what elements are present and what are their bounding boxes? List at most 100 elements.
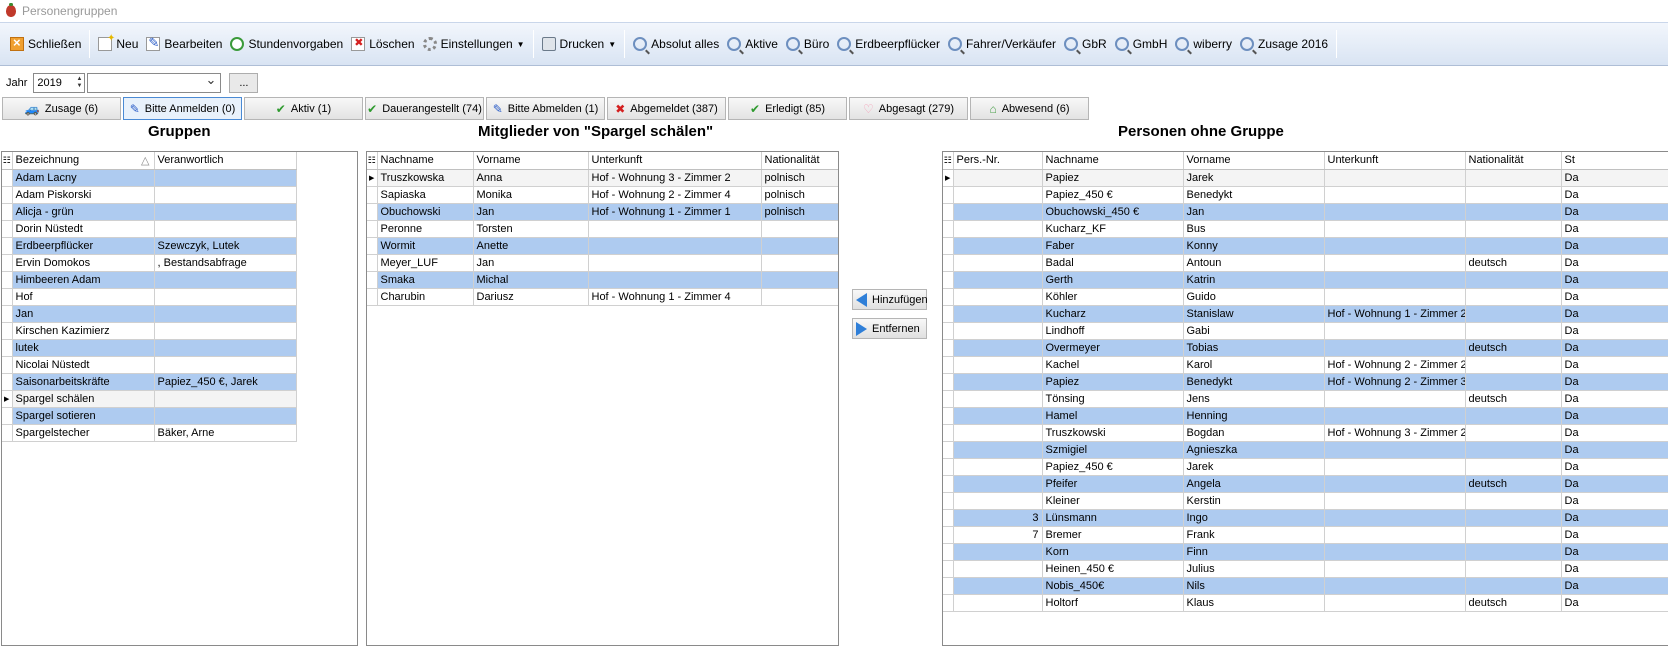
table-cell[interactable] [1324,577,1466,595]
table-row[interactable]: 3 Lünsmann Ingo Da [943,509,1668,527]
table-cell[interactable] [953,560,1043,578]
delete-button[interactable]: Löschen [347,32,418,56]
table-cell[interactable]: Papiez_450 € [1042,186,1184,204]
status-tab[interactable]: ✎ Bitte Abmelden (1) [486,97,605,120]
table-row[interactable]: Hof [2,288,297,306]
table-cell[interactable] [953,339,1043,357]
table-cell[interactable]: Bus [1183,220,1325,238]
table-cell[interactable]: Charubin [377,288,474,306]
table-cell[interactable] [154,203,297,221]
status-tab[interactable]: ✎ Bitte Anmelden (0) [123,97,242,120]
table-cell[interactable] [953,186,1043,204]
filter-button-buero[interactable]: Büro [782,32,833,56]
column-header-nationalitaet[interactable]: Nationalität [1465,152,1562,170]
column-header-unterkunft[interactable]: Unterkunft [588,152,762,170]
filter-button-aktive[interactable]: Aktive [723,32,782,56]
table-row[interactable]: Spargel sotieren [2,407,297,425]
table-cell[interactable] [1324,339,1466,357]
table-cell[interactable] [1324,458,1466,476]
table-row[interactable]: Papiez_450 € Jarek Da [943,458,1668,476]
table-cell[interactable]: Kirschen Kazimierz [12,322,155,340]
table-cell[interactable]: Papiez [1042,373,1184,391]
table-cell[interactable] [1324,322,1466,340]
filter-button-zusage-2016[interactable]: Zusage 2016 [1236,32,1332,56]
table-cell[interactable]: Finn [1183,543,1325,561]
remove-button[interactable]: Entfernen [852,318,927,339]
filter-button-wiberry[interactable]: wiberry [1171,32,1236,56]
table-cell[interactable]: Monika [473,186,589,204]
table-row[interactable]: lutek [2,339,297,357]
table-cell[interactable] [1465,441,1562,459]
column-header-status[interactable]: St [1561,152,1668,170]
table-cell[interactable]: Antoun [1183,254,1325,272]
table-cell[interactable] [1465,560,1562,578]
table-cell[interactable]: deutsch [1465,254,1562,272]
table-cell[interactable]: Da [1561,424,1668,442]
table-cell[interactable] [953,169,1043,187]
table-cell[interactable] [953,288,1043,306]
table-cell[interactable] [1324,271,1466,289]
table-cell[interactable] [1324,475,1466,493]
column-chooser-icon[interactable]: ☷ [943,152,954,170]
column-header-bezeichnung[interactable]: Bezeichnung △ [12,152,155,170]
table-cell[interactable] [953,424,1043,442]
table-cell[interactable]: Truszkowska [377,169,474,187]
table-row[interactable]: Gerth Katrin Da [943,271,1668,289]
table-row[interactable]: Saisonarbeitskräfte Papiez_450 €, Jarek [2,373,297,391]
table-cell[interactable]: Kerstin [1183,492,1325,510]
table-cell[interactable] [953,322,1043,340]
table-cell[interactable]: Obuchowski [377,203,474,221]
table-cell[interactable] [154,186,297,204]
table-cell[interactable]: Da [1561,475,1668,493]
table-row[interactable]: Sapiaska Monika Hof - Wohnung 2 - Zimmer 4… [367,186,838,204]
status-tab[interactable]: ♡ Abgesagt (279) [849,97,968,120]
table-cell[interactable]: Papiez [1042,169,1184,187]
table-cell[interactable]: Da [1561,492,1668,510]
table-row[interactable]: Kucharz Stanislaw Hof - Wohnung 1 - Zimmer… [943,305,1668,323]
browse-button[interactable]: ... [229,73,259,93]
table-cell[interactable] [1465,169,1562,187]
table-cell[interactable]: Hof - Wohnung 1 - Zimmer 2 [1324,305,1466,323]
table-cell[interactable]: Benedykt [1183,373,1325,391]
table-cell[interactable] [761,237,838,255]
table-cell[interactable]: Papiez_450 € [1042,458,1184,476]
table-row[interactable]: Peronne Torsten [367,220,838,238]
filter-button-erdbeerpfluecker[interactable]: Erdbeerpflücker [833,32,944,56]
table-cell[interactable] [1465,577,1562,595]
table-cell[interactable]: Karol [1183,356,1325,374]
table-cell[interactable] [154,220,297,238]
group-combo[interactable] [87,72,222,93]
table-cell[interactable] [154,322,297,340]
table-row[interactable]: Smaka Michal [367,271,838,289]
add-button[interactable]: Hinzufügen [852,289,928,310]
table-cell[interactable] [154,305,297,323]
table-cell[interactable]: Erdbeerpflücker [12,237,155,255]
table-row[interactable]: Himbeeren Adam [2,271,297,289]
table-cell[interactable]: Da [1561,560,1668,578]
table-row[interactable]: Köhler Guido Da [943,288,1668,306]
table-cell[interactable]: Da [1561,509,1668,527]
table-cell[interactable]: Da [1561,305,1668,323]
table-cell[interactable]: Da [1561,254,1668,272]
table-cell[interactable]: Jan [12,305,155,323]
table-cell[interactable] [154,339,297,357]
table-cell[interactable]: Himbeeren Adam [12,271,155,289]
table-cell[interactable] [953,203,1043,221]
table-cell[interactable]: Da [1561,339,1668,357]
status-tab[interactable]: ✔ Dauerangestellt (74) [365,97,484,120]
table-cell[interactable]: Alicja - grün [12,203,155,221]
table-row[interactable]: Hamel Henning Da [943,407,1668,425]
table-cell[interactable]: Meyer_LUF [377,254,474,272]
table-row[interactable]: Faber Konny Da [943,237,1668,255]
table-cell[interactable] [1324,526,1466,544]
table-cell[interactable]: polnisch [761,186,838,204]
table-cell[interactable]: Holtorf [1042,594,1184,612]
table-cell[interactable]: Da [1561,356,1668,374]
filter-button-fahrer-verkaeufer[interactable]: Fahrer/Verkäufer [944,32,1060,56]
table-cell[interactable] [1465,288,1562,306]
table-cell[interactable]: Henning [1183,407,1325,425]
table-cell[interactable]: Da [1561,390,1668,408]
table-cell[interactable]: Anette [473,237,589,255]
table-row[interactable]: ▶ Spargel schälen [2,390,297,408]
table-cell[interactable]: Anna [473,169,589,187]
